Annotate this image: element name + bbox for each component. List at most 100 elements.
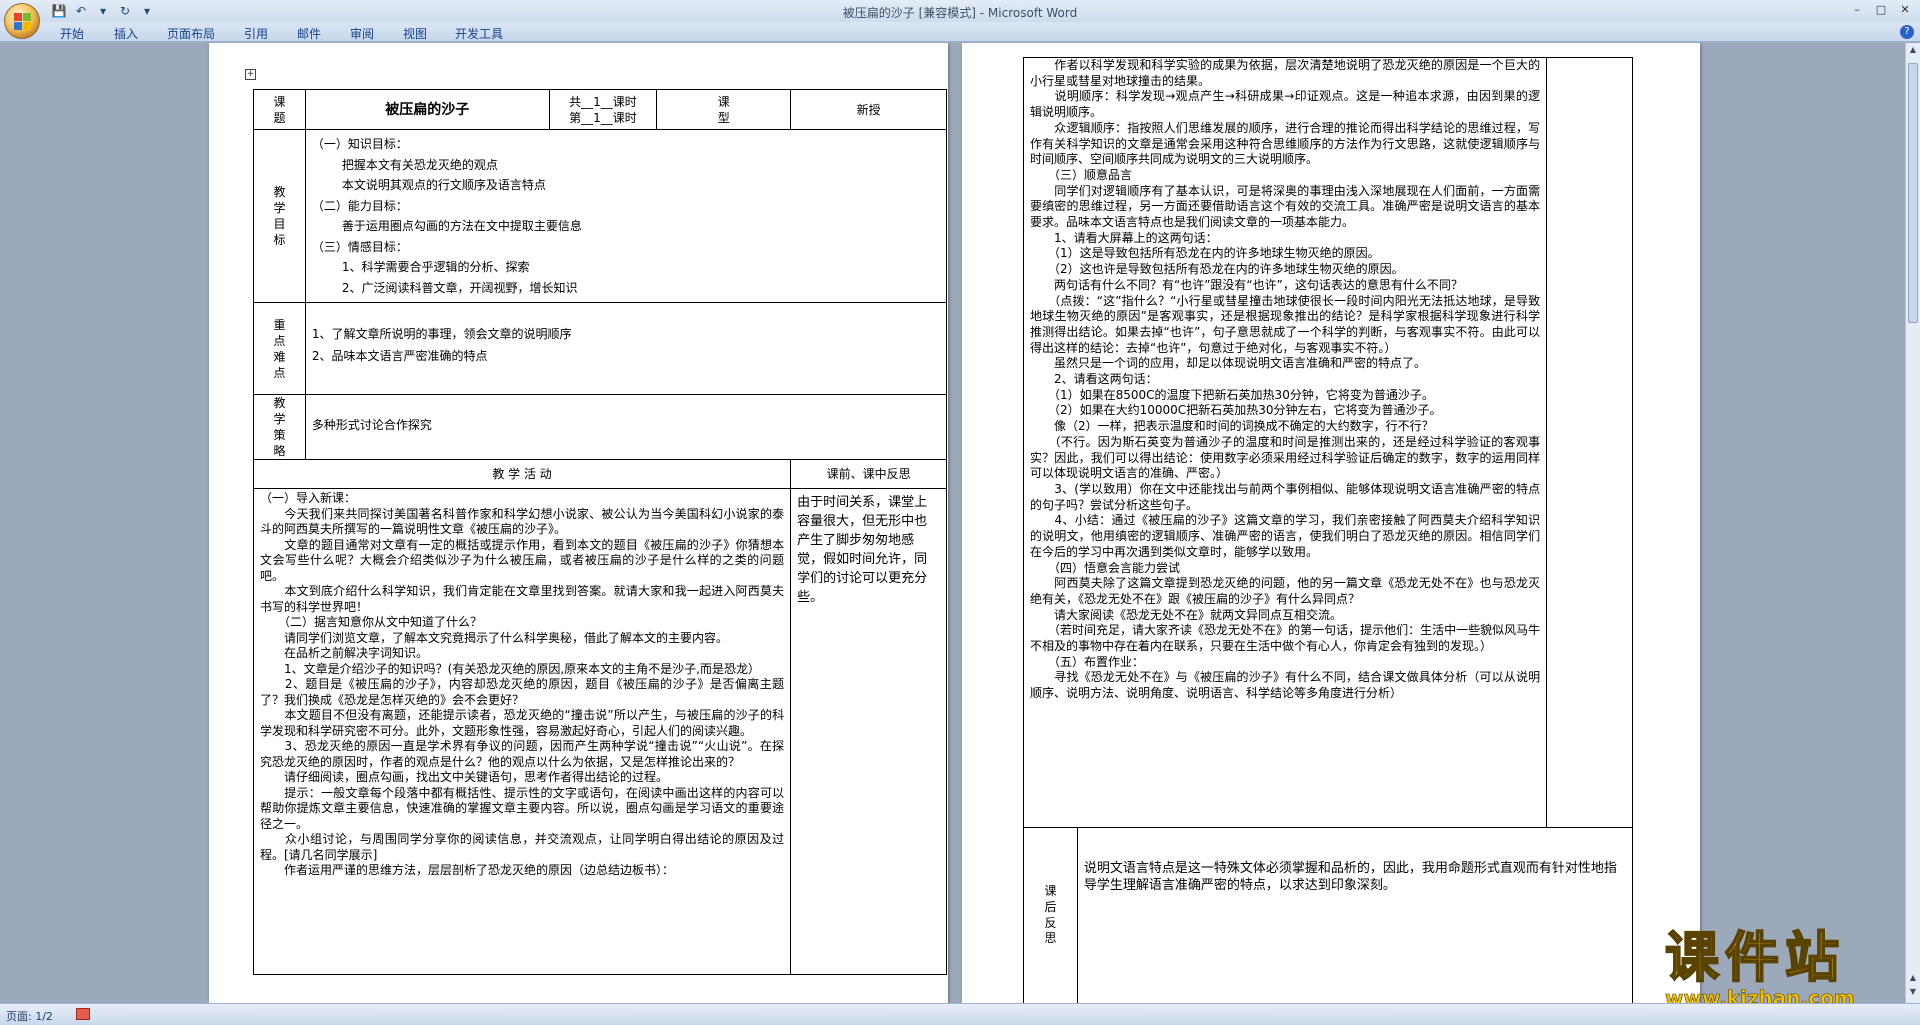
activity-paragraph: 文章的题目通常对文章有一定的概括或提示作用，看到本文的题目《被压扁的沙子》你猜想… bbox=[260, 537, 785, 583]
activity-paragraph: 在品析之前解决字词知识。 bbox=[260, 646, 429, 660]
close-icon[interactable]: ✕ bbox=[1894, 2, 1916, 18]
activity-paragraph: 众小组讨论，与周围同学分享你的阅读信息，并交流观点，让同学明白得出结论的原因及过… bbox=[260, 832, 785, 862]
key-points-label: 重 点 难 点 bbox=[253, 302, 306, 395]
tab-home[interactable]: 开始 bbox=[60, 25, 84, 42]
scroll-next-page-icon[interactable]: ▼ bbox=[1908, 987, 1918, 999]
activity-paragraph: （四）悟意会言能力尝试 bbox=[1030, 560, 1181, 575]
activity-paragraph: 本文题目不但没有离题，还能提示读者，恐龙灭绝的“撞击说”所以产生，与被压扁的沙子… bbox=[260, 708, 785, 738]
after-class-reflection-text: 说明文语言特点是这一特殊文体必须掌握和品析的，因此，我用命题形式直观而有针对性地… bbox=[1076, 827, 1634, 1003]
window-title: 被压扁的沙子 [兼容模式] - Microsoft Word bbox=[842, 6, 1078, 20]
goal-line: 把握本文有关恐龙灭绝的观点 bbox=[341, 157, 498, 172]
tab-mailings[interactable]: 邮件 bbox=[297, 25, 321, 42]
strategy-label: 教 学 策 略 bbox=[253, 394, 306, 460]
activity-paragraph: （点拨：“这”指什么？“小行星或彗星撞击地球使很长一段时间内阳光无法抵达地球，是… bbox=[1030, 293, 1541, 355]
tab-insert[interactable]: 插入 bbox=[114, 25, 138, 42]
activity-paragraph: （不行。因为斯石英变为普通沙子的温度和时间是推测出来的，还是经过科学验证的客观事… bbox=[1030, 434, 1541, 481]
activity-paragraph: （2）这也许是导致包括所有恐龙在内的许多地球生物灭绝的原因。 bbox=[1030, 262, 1404, 277]
activity-paragraph: （若时间充足，请大家齐读《恐龙无处不在》的第一句话，提示他们：生活中一些貌似风马… bbox=[1030, 623, 1541, 654]
vertical-scrollbar[interactable]: ▲ ▲ ▼ bbox=[1905, 43, 1920, 1003]
after-class-reflection-label: 课 后 反 思 bbox=[1023, 827, 1078, 1003]
goal-line: （三）情感目标： bbox=[311, 239, 408, 254]
activity-paragraph: 4、小结：通过《被压扁的沙子》这篇文章的学习，我们亲密接触了阿西莫夫介绍科学知识… bbox=[1030, 513, 1541, 559]
activity-paragraph: 3、恐龙灭绝的原因一直是学术界有争议的问题，因而产生两种学说“撞击说”“火山说”… bbox=[260, 739, 785, 769]
window-controls: – □ ✕ bbox=[1846, 2, 1916, 18]
activity-paragraph: 像（2）一样，把表示温度和时间的词换成不确定的大约数字，行不行？ bbox=[1030, 419, 1434, 434]
activity-paragraph: 众逻辑顺序：指按照人们思维发展的顺序，进行合理的推论而得出科学结论的思维过程，写… bbox=[1030, 120, 1541, 167]
status-bar: 页面: 1/2 bbox=[0, 1003, 1920, 1025]
key-point-line: 1、了解文章所说明的事理，领会文章的说明顺序 bbox=[311, 327, 572, 341]
maximize-icon[interactable]: □ bbox=[1870, 2, 1892, 18]
page-indicator[interactable]: 页面: 1/2 bbox=[6, 1008, 53, 1024]
lesson-hours: 共__1__课时 第__1__课时 bbox=[548, 89, 658, 130]
goal-line: 2、广泛阅读科普文章，开阔视野，增长知识 bbox=[341, 280, 578, 295]
continued-reflection-cell bbox=[1546, 57, 1633, 828]
activity-paragraph: （一）导入新课： bbox=[260, 491, 357, 505]
activity-paragraph: （1）这是导致包括所有恐龙在内的许多地球生物灭绝的原因。 bbox=[1030, 246, 1380, 261]
activity-paragraph: 请同学们浏览文章，了解本文究竟揭示了什么科学奥秘，借此了解本文的主要内容。 bbox=[260, 630, 729, 645]
activity-paragraph: 今天我们来共同探讨美国著名科普作家和科学幻想小说家、被公认为当今美国科幻小说家的… bbox=[260, 506, 785, 537]
activity-paragraph: （1）如果在8500C的温度下把新石英加热30分钟，它将变为普通沙子。 bbox=[1030, 387, 1434, 402]
activity-paragraph: 2、请看这两句话： bbox=[1030, 372, 1158, 387]
lesson-type-label: 课 型 bbox=[656, 89, 792, 130]
reflection-header: 课前、课中反思 bbox=[790, 459, 947, 489]
lesson-title: 被压扁的沙子 bbox=[304, 89, 550, 130]
help-icon[interactable]: ? bbox=[1900, 25, 1914, 39]
activity-paragraph: 本文到底介绍什么科学知识，我们肯定能在文章里找到答案。就请大家和我一起进入阿西莫… bbox=[260, 584, 785, 614]
activity-paragraph: 请仔细阅读，圈点勾画，找出文中关键语句，思考作者得出结论的过程。 bbox=[260, 770, 669, 784]
scroll-up-icon[interactable]: ▲ bbox=[1908, 45, 1918, 57]
activity-paragraph: 2、题目是《被压扁的沙子》，内容却恐龙灭绝的原因，题目《被压扁的沙子》是否偏离主… bbox=[260, 677, 785, 707]
scroll-prev-page-icon[interactable]: ▲ bbox=[1908, 973, 1918, 985]
activity-paragraph: 同学们对逻辑顺序有了基本认识，可是将深奥的事理由浅入深地展现在人们面前，一方面需… bbox=[1030, 183, 1541, 230]
activity-paragraph: 虽然只是一个词的应用，却足以体现说明文语言准确和严密的特点了。 bbox=[1030, 356, 1427, 371]
tab-developer[interactable]: 开发工具 bbox=[455, 25, 503, 42]
scrollbar-thumb[interactable] bbox=[1908, 63, 1918, 323]
activity-paragraph: 3、(学以致用）你在文中还能找出与前两个事例相似、能够体现说明文语言准确严密的特… bbox=[1030, 481, 1541, 512]
goal-line: （二）能力目标： bbox=[311, 198, 408, 213]
goal-line: 善于运用圈点勾画的方法在文中提取主要信息 bbox=[341, 219, 582, 233]
office-logo-icon bbox=[14, 13, 32, 31]
activity-paragraph: 寻找《恐龙无处不在》与《被压扁的沙子》有什么不同，结合课文做具体分析（可以从说明… bbox=[1030, 670, 1541, 701]
activity-paragraph: （三）顺意品言 bbox=[1030, 167, 1133, 182]
lesson-type: 新授 bbox=[790, 89, 947, 130]
tab-view[interactable]: 视图 bbox=[403, 25, 427, 42]
activity-paragraph: 两句话有什么不同？有“也许”跟没有“也许”，这句话表达的意思有什么不同？ bbox=[1030, 277, 1463, 292]
goal-line: 本文说明其观点的行文顺序及语言特点 bbox=[341, 178, 546, 192]
strategy-text: 多种形式讨论合作探究 bbox=[304, 394, 948, 460]
activity-paragraph: 1、请看大屏幕上的这两句话： bbox=[1030, 230, 1218, 245]
lesson-title-label: 课 题 bbox=[253, 89, 306, 130]
ribbon-tabs: 开始 插入 页面布局 引用 邮件 审阅 视图 开发工具 ? bbox=[0, 22, 1920, 42]
office-button[interactable] bbox=[4, 3, 40, 39]
kjzhan-watermark: 课件站 www.kjzhan.com bbox=[1664, 926, 1855, 1011]
activity-paragraph: 提示：一般文章每个段落中都有概括性、提示性的文字或语句，在阅读中画出这样的内容可… bbox=[260, 785, 785, 831]
key-point-line: 2、品味本文语言严密准确的特点 bbox=[311, 349, 488, 363]
activity-paragraph: （2）如果在大约10000C把新石英加热30分钟左右，它将变为普通沙子。 bbox=[1030, 403, 1442, 418]
lesson-plan-table: 课 题 被压扁的沙子 共__1__课时 第__1__课时 课 型 新授 教 学 … bbox=[252, 89, 948, 975]
goal-line: （一）知识目标： bbox=[311, 137, 408, 151]
tab-review[interactable]: 审阅 bbox=[350, 25, 374, 42]
page-1: + 课 题 被压扁的沙子 共__1__课时 第__1__课时 课 型 新授 教 … bbox=[209, 43, 948, 1003]
document-workspace: + 课 题 被压扁的沙子 共__1__课时 第__1__课时 课 型 新授 教 … bbox=[0, 43, 1905, 1003]
activity-paragraph: 阿西莫夫除了这篇文章提到恐龙灭绝的问题，他的另一篇文章《恐龙无处不在》也与恐龙灭… bbox=[1030, 576, 1541, 606]
goals-cell: （一）知识目标： 把握本文有关恐龙灭绝的观点 本文说明其观点的行文顺序及语言特点… bbox=[304, 129, 948, 303]
activity-paragraph: 作者运用严谨的思维方法，层层剖析了恐龙灭绝的原因（边总结边板书）： bbox=[260, 863, 675, 877]
minimize-icon[interactable]: – bbox=[1846, 2, 1868, 18]
continued-table: 作者以科学发现和科学实验的成果为依据，层次清楚地说明了恐龙灭绝的原因是一个巨大的… bbox=[1022, 57, 1634, 1003]
activity-paragraph: 请大家阅读《恐龙无处不在》就两文异同点互相交流。 bbox=[1030, 607, 1343, 622]
goal-line: 1、科学需要合乎逻辑的分析、探索 bbox=[341, 260, 530, 274]
title-bar: 💾 ↶ ▾ ↻ ▾ 被压扁的沙子 [兼容模式] - Microsoft Word… bbox=[0, 0, 1920, 22]
activity-cell: （一）导入新课： 今天我们来共同探讨美国著名科普作家和科学幻想小说家、被公认为当… bbox=[252, 488, 792, 975]
goals-label: 教 学 目 标 bbox=[253, 129, 306, 303]
table-move-handle-icon[interactable]: + bbox=[245, 69, 256, 80]
tab-references[interactable]: 引用 bbox=[244, 25, 268, 42]
page-2: 作者以科学发现和科学实验的成果为依据，层次清楚地说明了恐龙灭绝的原因是一个巨大的… bbox=[962, 43, 1700, 1003]
activity-header: 教 学 活 动 bbox=[252, 459, 792, 489]
continued-activity-cell: 作者以科学发现和科学实验的成果为依据，层次清楚地说明了恐龙灭绝的原因是一个巨大的… bbox=[1022, 57, 1548, 828]
activity-paragraph: （二）据言知意你从文中知道了什么？ bbox=[260, 615, 483, 629]
activity-paragraph: （五）布置作业： bbox=[1030, 654, 1145, 669]
tab-page-layout[interactable]: 页面布局 bbox=[167, 25, 215, 42]
activity-paragraph: 1、文章是介绍沙子的知识吗？(有关恐龙灭绝的原因,原来本文的主角不是沙子,而是恐… bbox=[260, 661, 760, 676]
watermark-title: 课件站 bbox=[1664, 926, 1845, 989]
proofing-icon[interactable] bbox=[76, 1008, 90, 1020]
activity-paragraph: 作者以科学发现和科学实验的成果为依据，层次清楚地说明了恐龙灭绝的原因是一个巨大的… bbox=[1030, 58, 1541, 88]
reflection-text: 由于时间关系，课堂上容量很大，但无形中也产生了脚步匆匆地感觉，假如时间允许，同学… bbox=[790, 488, 947, 975]
